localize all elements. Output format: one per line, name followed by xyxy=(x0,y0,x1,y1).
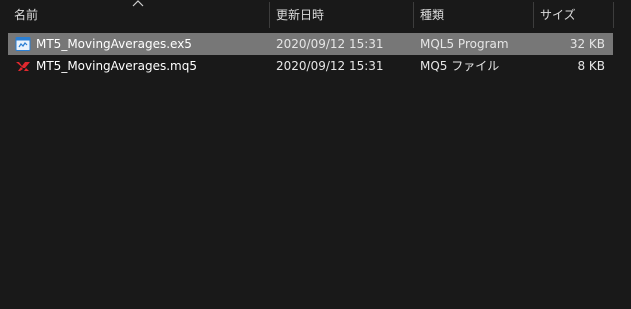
file-modified: 2020/09/12 15:31 xyxy=(276,59,384,73)
column-header-size-label: サイズ xyxy=(540,8,576,22)
mq5-source-icon xyxy=(16,62,30,71)
column-header-modified[interactable]: 更新日時 xyxy=(270,0,412,30)
column-header-bar: 名前 更新日時 種類 サイズ xyxy=(0,0,631,30)
file-type: MQ5 ファイル xyxy=(420,59,500,73)
column-header-type-label: 種類 xyxy=(420,8,445,22)
column-header-size[interactable]: サイズ xyxy=(534,0,612,30)
column-header-name-label: 名前 xyxy=(14,8,39,22)
mql5-program-icon xyxy=(15,37,31,51)
file-size: 32 KB xyxy=(569,37,605,51)
file-modified: 2020/09/12 15:31 xyxy=(276,37,384,51)
file-list-pane: 名前 更新日時 種類 サイズ MT5_MovingAverages.ex5 20… xyxy=(0,0,631,309)
column-header-type[interactable]: 種類 xyxy=(414,0,532,30)
file-size: 8 KB xyxy=(577,59,605,73)
column-header-modified-label: 更新日時 xyxy=(276,8,325,22)
file-type: MQL5 Program xyxy=(420,37,509,51)
file-name: MT5_MovingAverages.ex5 xyxy=(36,37,192,51)
file-name: MT5_MovingAverages.mq5 xyxy=(36,59,197,73)
column-divider[interactable] xyxy=(613,2,614,28)
file-row[interactable]: MT5_MovingAverages.ex5 2020/09/12 15:31 … xyxy=(8,33,613,55)
file-row[interactable]: MT5_MovingAverages.mq5 2020/09/12 15:31 … xyxy=(8,55,613,77)
column-header-name[interactable]: 名前 xyxy=(8,0,268,30)
